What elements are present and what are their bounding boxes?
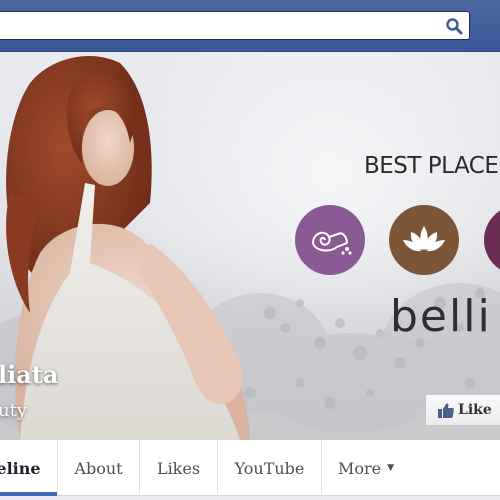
like-page-button[interactable]: Like: [425, 394, 500, 426]
tab-likes[interactable]: Likes: [140, 440, 218, 496]
tab-label: About: [74, 458, 123, 478]
brand-logo: belli: [390, 291, 492, 342]
tab-label: Likes: [156, 458, 201, 478]
like-button-label: Like: [458, 402, 492, 418]
tab-about[interactable]: About: [58, 440, 140, 496]
tab-timeline[interactable]: eline: [0, 440, 58, 496]
search-icon[interactable]: [445, 17, 463, 35]
spa-towel-badge: [295, 205, 365, 275]
lotus-icon: [403, 226, 445, 252]
page-category: uty: [0, 400, 27, 421]
search-input[interactable]: [3, 16, 423, 36]
caret-down-icon: ▼: [387, 463, 395, 473]
cover-tagline: BEST PLACE: [364, 153, 499, 179]
top-navigation-bar: [0, 0, 500, 52]
page-tab-bar: eline About Likes YouTube More ▼: [0, 440, 500, 496]
search-box[interactable]: [0, 11, 470, 40]
tab-label: YouTube: [234, 458, 305, 478]
thumbs-up-icon: [438, 402, 454, 418]
cover-photo: BEST PLACE belli liata uty Like: [0, 53, 500, 440]
page-title: liata: [0, 360, 59, 389]
tab-label: eline: [0, 458, 41, 478]
lotus-badge: [389, 205, 459, 275]
tab-label: More: [337, 458, 382, 478]
rolled-towel-icon: [312, 231, 352, 255]
tab-more[interactable]: More ▼: [322, 440, 410, 496]
tab-youtube[interactable]: YouTube: [218, 440, 322, 496]
